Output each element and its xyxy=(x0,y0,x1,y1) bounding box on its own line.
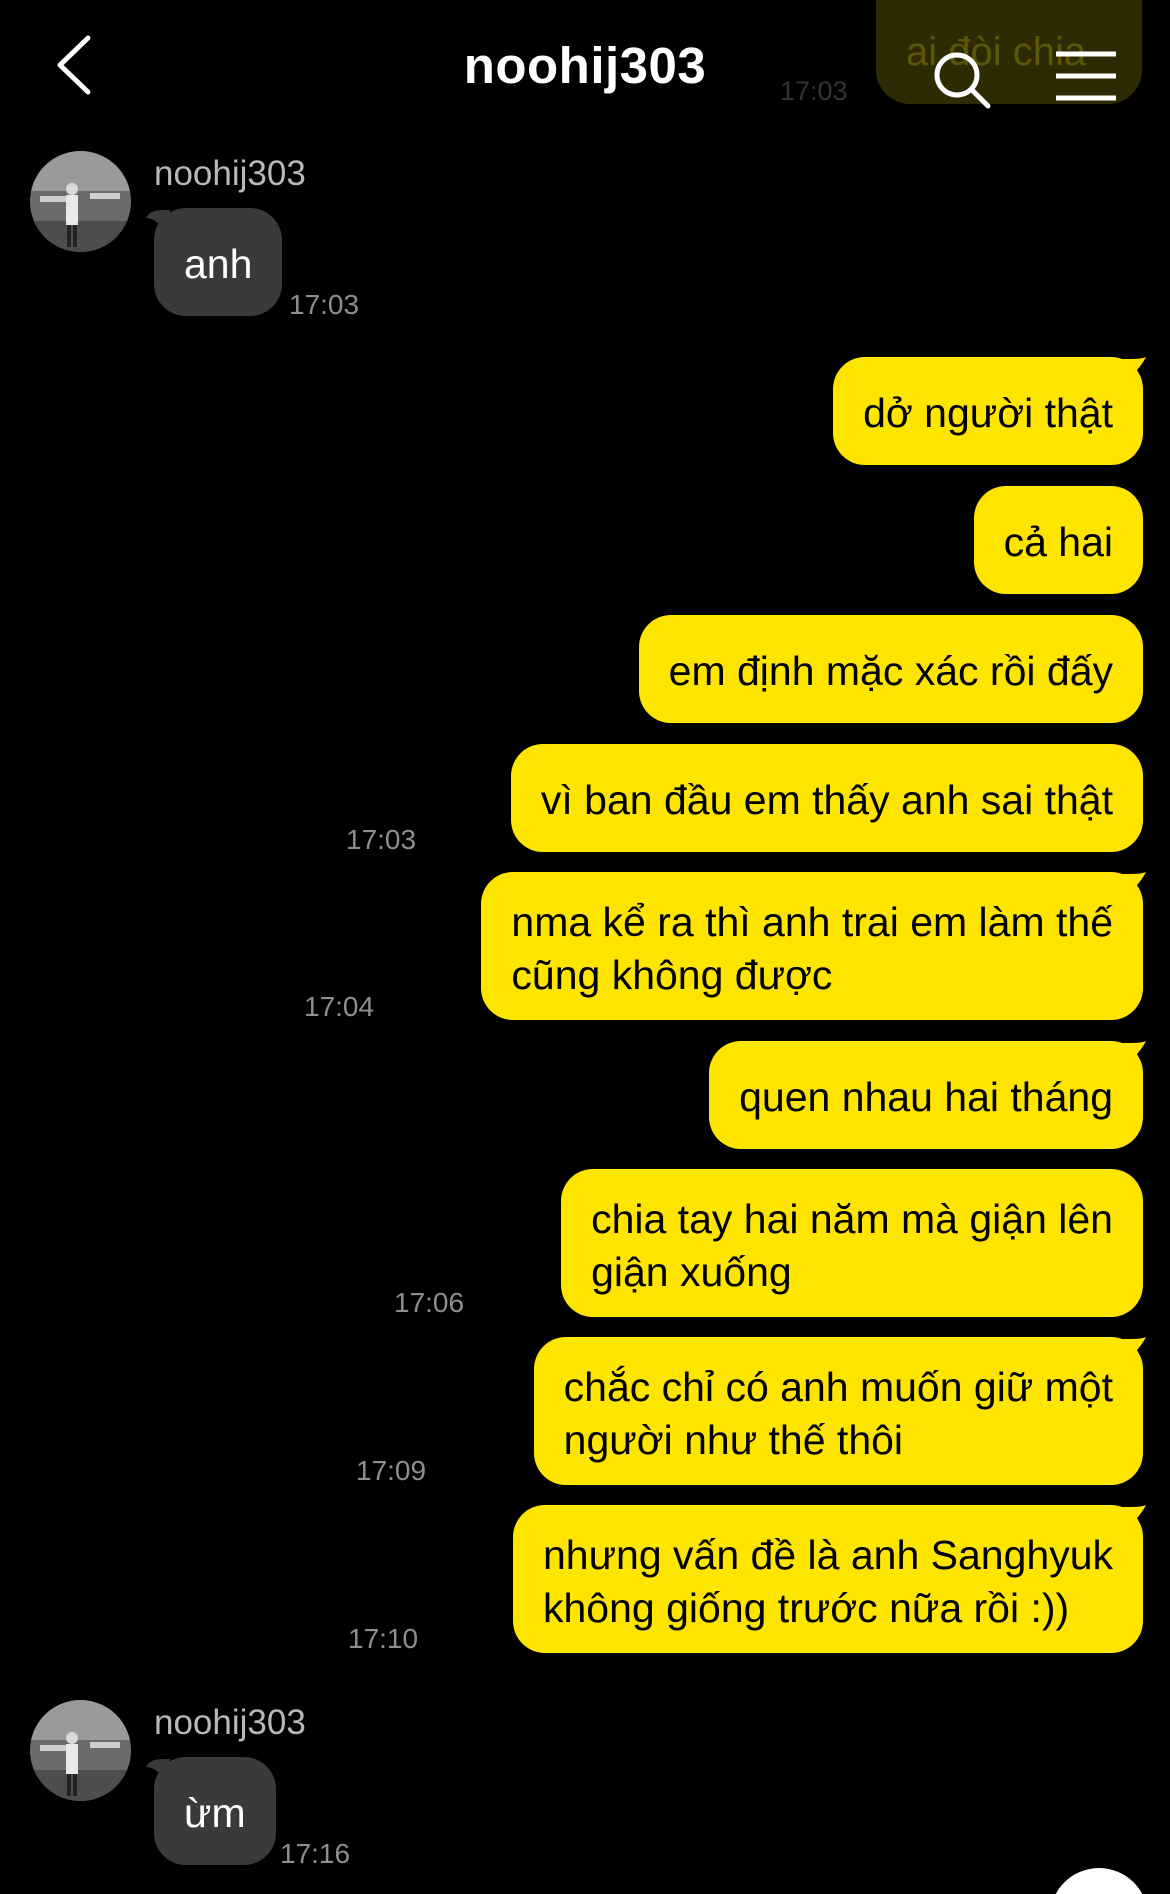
message-bubble-outgoing[interactable]: vì ban đầu em thấy anh sai thật xyxy=(510,744,1143,852)
message-timestamp: 17:16 xyxy=(280,1838,351,1869)
message-timestamp: 17:09 xyxy=(356,1455,427,1486)
message-bubble-outgoing[interactable]: quen nhau hai tháng xyxy=(709,1041,1143,1149)
bubble-tail xyxy=(1122,872,1146,896)
scroll-to-bottom-button[interactable] xyxy=(1050,1868,1148,1894)
message-timestamp: 17:10 xyxy=(348,1623,419,1654)
message-bubble-outgoing[interactable]: chia tay hai năm mà giận lên giận xuống xyxy=(561,1169,1143,1317)
message-bubble-outgoing[interactable]: em định mặc xác rồi đấy xyxy=(638,615,1143,723)
message-timestamp: 17:04 xyxy=(304,991,375,1022)
message-bubble-outgoing[interactable]: dở người thật xyxy=(833,357,1143,465)
chat-header: noohij303 xyxy=(0,0,1170,140)
message-timestamp: 17:03 xyxy=(289,289,360,320)
message-timestamp: 17:03 xyxy=(346,824,417,855)
avatar-photo-icon xyxy=(30,1700,131,1801)
avatar-photo-icon xyxy=(30,151,131,252)
chat-title[interactable]: noohij303 xyxy=(0,36,1170,95)
bubble-tail xyxy=(1122,357,1146,381)
bubble-tail xyxy=(1122,1041,1146,1065)
bubble-tail xyxy=(1122,1337,1146,1361)
bubble-tail xyxy=(1122,1505,1146,1529)
avatar[interactable] xyxy=(30,151,131,252)
message-bubble-outgoing[interactable]: nhưng vấn đề là anh Sanghyuk không giống… xyxy=(513,1505,1143,1653)
message-timestamp: 17:06 xyxy=(394,1287,465,1318)
menu-button[interactable] xyxy=(1054,50,1118,102)
message-bubble-outgoing[interactable]: chắc chỉ có anh muốn giữ một người như t… xyxy=(533,1337,1143,1485)
search-button[interactable] xyxy=(930,48,994,112)
avatar[interactable] xyxy=(30,1700,131,1801)
message-bubble-incoming[interactable]: ừm xyxy=(154,1757,276,1865)
message-bubble-incoming[interactable]: anh xyxy=(154,208,283,316)
search-icon xyxy=(934,52,991,109)
message-bubble-outgoing[interactable]: cả hai xyxy=(973,486,1143,594)
sender-name: noohij303 xyxy=(154,154,306,193)
sender-name: noohij303 xyxy=(154,1703,306,1742)
message-bubble-outgoing[interactable]: nma kể ra thì anh trai em làm thế cũng k… xyxy=(481,872,1143,1020)
hamburger-menu-icon xyxy=(1056,51,1116,101)
